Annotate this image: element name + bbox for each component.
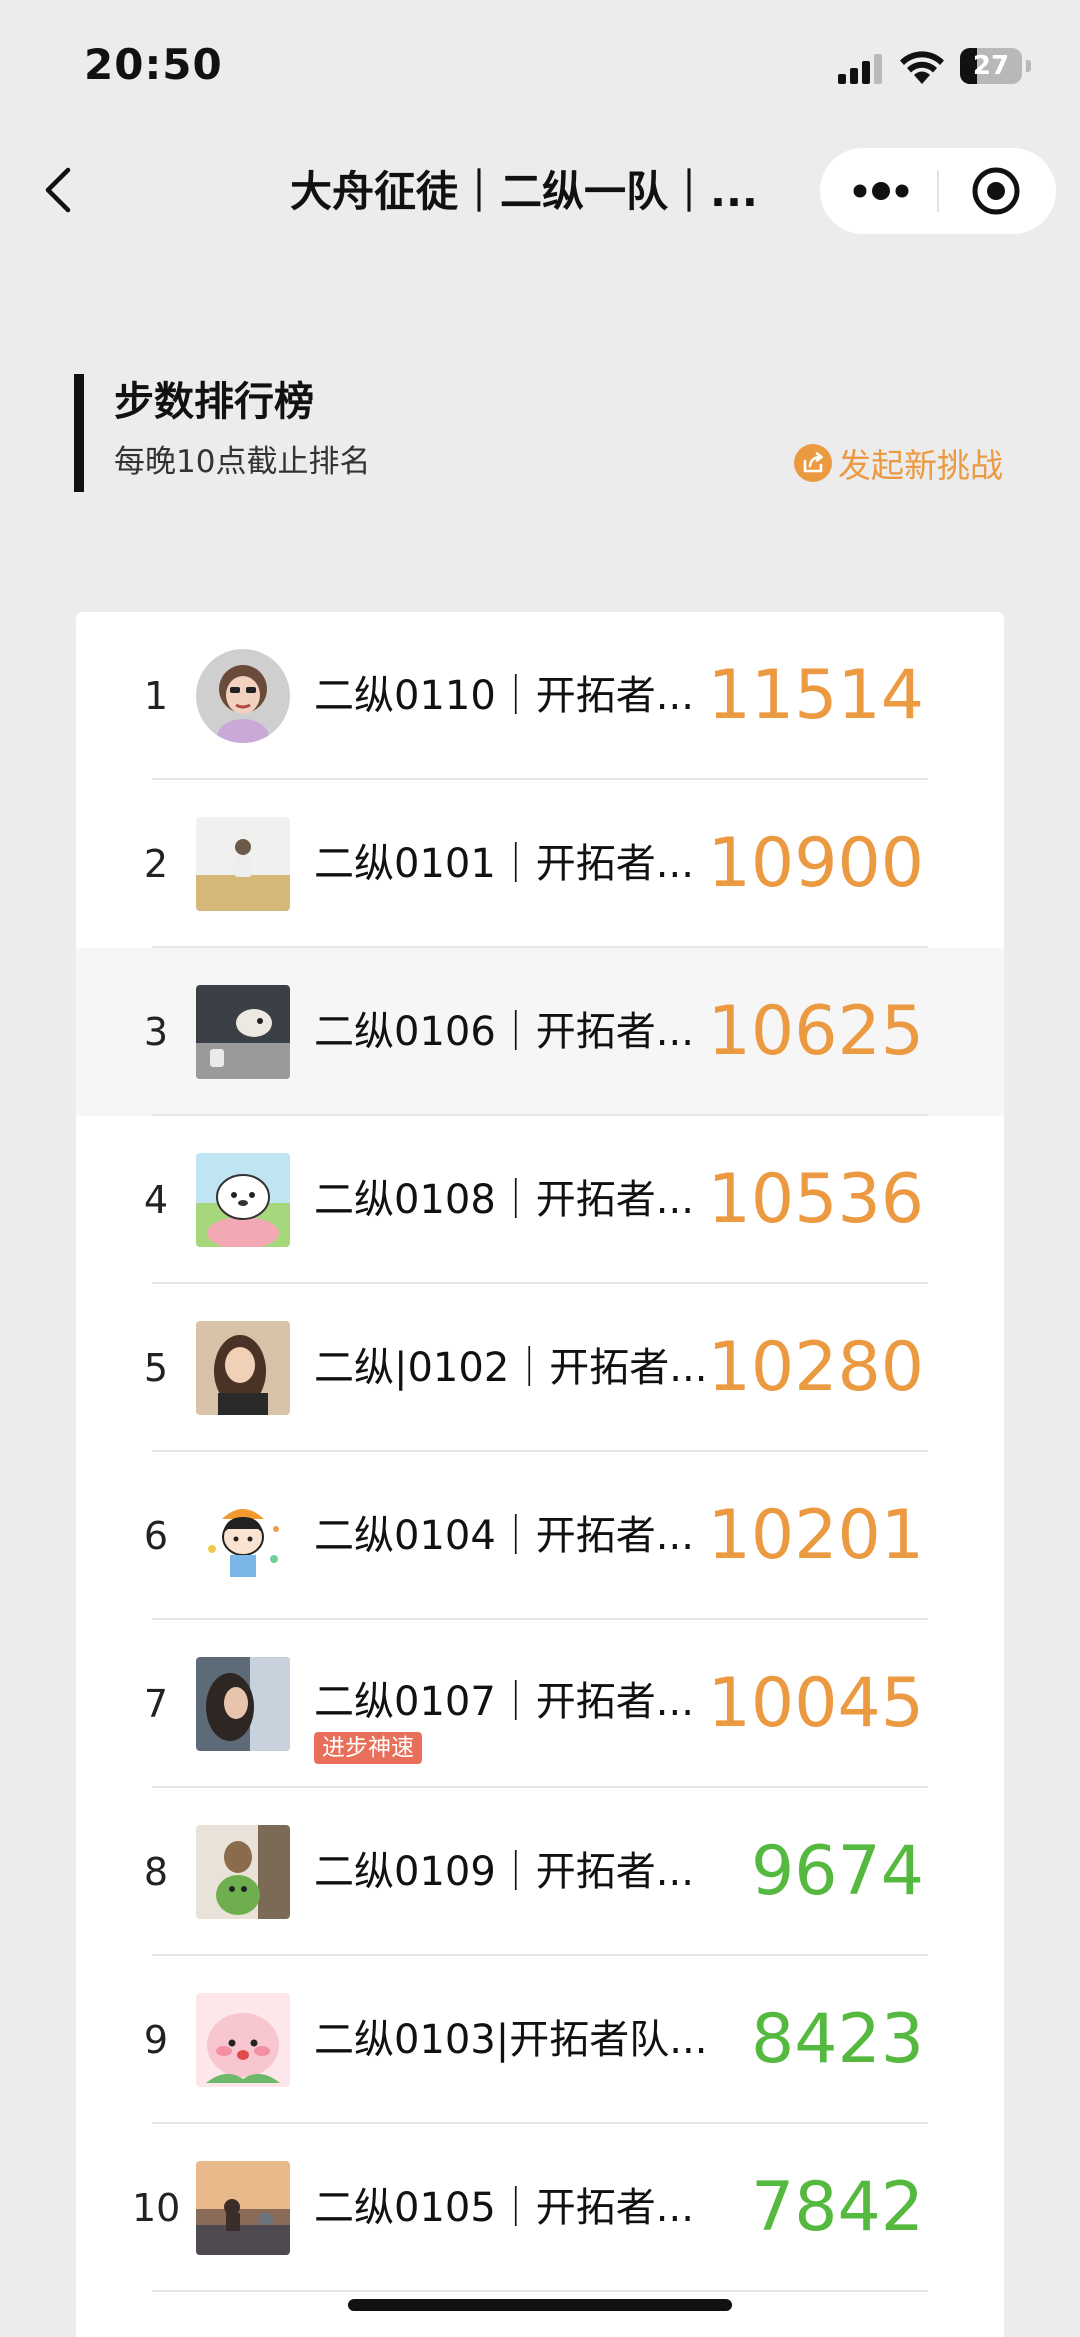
target-circle-icon[interactable]: [938, 148, 1056, 234]
step-count: 8423: [750, 2000, 924, 2079]
ranking-row[interactable]: 10 二纵0105｜开拓者... 7842: [76, 2124, 1004, 2292]
rank-number: 10: [132, 2186, 181, 2230]
step-count: 10536: [707, 1160, 924, 1239]
step-count: 9674: [750, 1832, 924, 1911]
row-divider: [152, 2290, 928, 2292]
ranking-row[interactable]: 5 二纵|0102｜开拓者... 10280: [76, 1284, 1004, 1452]
section-accent-bar: [74, 374, 84, 492]
mini-program-capsule: [820, 148, 1056, 234]
ranking-row[interactable]: 6 二纵0104｜开拓者... 10201: [76, 1452, 1004, 1620]
member-name: 二纵0109｜开拓者...: [314, 1849, 694, 1895]
page-title: 大舟征徒｜二纵一队｜...: [290, 167, 758, 216]
ranking-row[interactable]: 4 二纵0108｜开拓者... 10536: [76, 1116, 1004, 1284]
cartoon-kid-avatar: [196, 1489, 290, 1583]
member-name: 二纵0106｜开拓者...: [314, 1009, 694, 1055]
rank-number: 5: [143, 1346, 169, 1390]
photo-avatar: [196, 817, 290, 911]
rank-number: 1: [143, 674, 169, 718]
ranking-list: 1 二纵0110｜开拓者... 11514 2 二纵0101｜开拓者... 10…: [76, 612, 1004, 2337]
cartoon-peach-avatar: [196, 1993, 290, 2087]
rank-number: 3: [143, 1010, 169, 1054]
member-name: 二纵0110｜开拓者...: [314, 673, 694, 719]
rank-number: 4: [143, 1178, 169, 1222]
member-name: 二纵0101｜开拓者...: [314, 841, 694, 887]
ranking-row[interactable]: 3 二纵0106｜开拓者... 10625: [76, 948, 1004, 1116]
rank-number: 6: [143, 1514, 169, 1558]
rank-number: 8: [143, 1850, 169, 1894]
landscape-avatar: [196, 2161, 290, 2255]
back-button[interactable]: [30, 160, 90, 220]
rank-number: 9: [143, 2018, 169, 2062]
progress-badge: 进步神速: [314, 1732, 422, 1764]
ranking-row[interactable]: 9 二纵0103|开拓者队... 8423: [76, 1956, 1004, 2124]
portrait-avatar: [196, 1657, 290, 1751]
signal-icon: [838, 54, 882, 84]
battery-icon: 27: [960, 48, 1022, 84]
member-name: 二纵0104｜开拓者...: [314, 1513, 694, 1559]
share-out-icon: [794, 444, 832, 482]
member-name: 二纵0103|开拓者队...: [314, 2017, 708, 2063]
step-count: 7842: [750, 2168, 924, 2247]
rank-number: 7: [143, 1682, 169, 1726]
step-count: 10280: [707, 1328, 924, 1407]
status-time: 20:50: [84, 40, 223, 89]
member-name: 二纵0105｜开拓者...: [314, 2185, 694, 2231]
member-name: 二纵0107｜开拓者...: [314, 1679, 694, 1725]
home-indicator: [348, 2299, 732, 2311]
step-count: 11514: [707, 656, 924, 735]
step-count: 10625: [707, 992, 924, 1071]
ranking-row[interactable]: 2 二纵0101｜开拓者... 10900: [76, 780, 1004, 948]
step-count: 10045: [707, 1664, 924, 1743]
toy-photo-avatar: [196, 1825, 290, 1919]
ranking-row[interactable]: 8 二纵0109｜开拓者... 9674: [76, 1788, 1004, 1956]
battery-cap: [1026, 60, 1031, 72]
cartoon-bear-avatar: [196, 1153, 290, 1247]
member-name: 二纵0108｜开拓者...: [314, 1177, 694, 1223]
section-title: 步数排行榜: [114, 379, 314, 425]
step-count: 10201: [707, 1496, 924, 1575]
section-subtitle: 每晚10点截止排名: [114, 444, 371, 480]
rank-number: 2: [143, 842, 169, 886]
battery-level: 27: [972, 51, 1010, 81]
start-challenge-label: 发起新挑战: [838, 446, 1003, 485]
more-dots-icon[interactable]: [820, 148, 938, 234]
ranking-row[interactable]: 1 二纵0110｜开拓者... 11514: [76, 612, 1004, 780]
wifi-icon: [900, 51, 944, 84]
start-challenge-button[interactable]: 发起新挑战: [794, 440, 1003, 486]
cartoon-girl-avatar: [196, 649, 290, 743]
member-name: 二纵|0102｜开拓者...: [314, 1345, 708, 1391]
dog-photo-avatar: [196, 985, 290, 1079]
step-count: 10900: [707, 824, 924, 903]
portrait-avatar: [196, 1321, 290, 1415]
status-bar: 20:50 27: [0, 0, 1080, 140]
ranking-row[interactable]: 7 二纵0107｜开拓者... 进步神速 10045: [76, 1620, 1004, 1788]
